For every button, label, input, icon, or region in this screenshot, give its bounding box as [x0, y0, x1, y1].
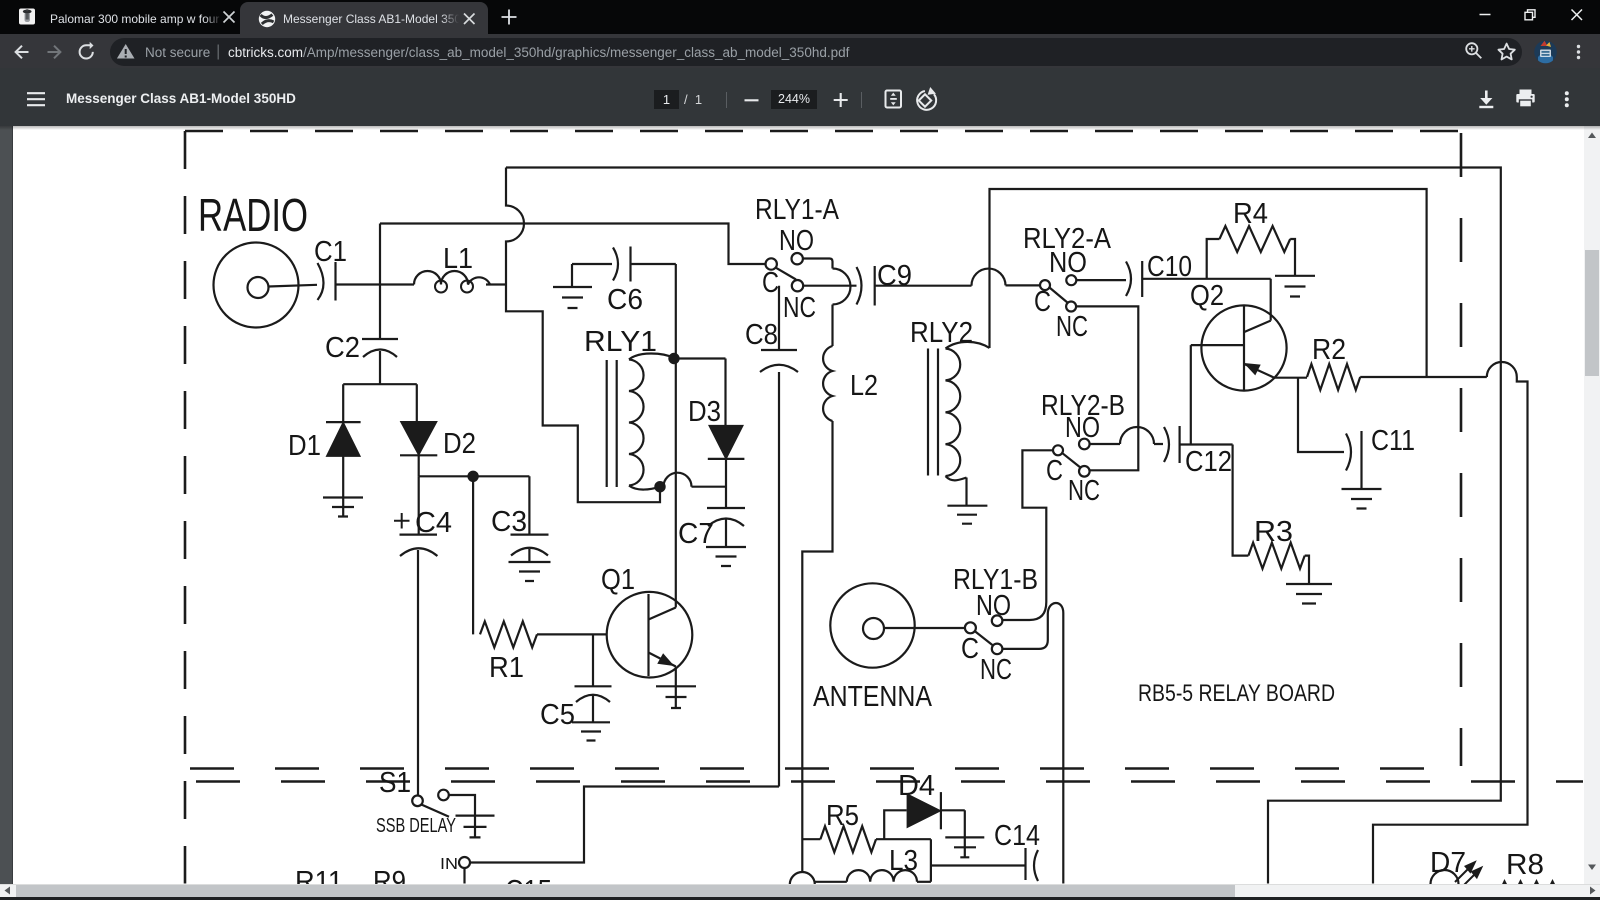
svg-text:R2: R2 [1312, 334, 1346, 366]
svg-text:L1: L1 [443, 243, 473, 275]
svg-text:RLY1: RLY1 [584, 326, 657, 358]
svg-text:R11: R11 [295, 866, 343, 884]
svg-text:R4: R4 [1233, 198, 1268, 230]
svg-text:NO: NO [976, 590, 1011, 622]
svg-text:NC: NC [1068, 475, 1100, 507]
svg-text:C15: C15 [505, 875, 552, 884]
svg-text:NC: NC [1056, 311, 1088, 343]
svg-text:C: C [1034, 286, 1051, 318]
svg-text:L3: L3 [889, 845, 918, 877]
svg-text:D3: D3 [688, 396, 721, 428]
svg-text:D1: D1 [288, 430, 321, 462]
svg-text:Q2: Q2 [1190, 280, 1224, 312]
svg-text:C8: C8 [745, 319, 778, 351]
svg-text:C1: C1 [314, 236, 347, 268]
svg-text:C4: C4 [415, 507, 452, 539]
svg-text:RLY1-A: RLY1-A [755, 194, 840, 226]
svg-text:C: C [762, 267, 779, 299]
svg-text:ANTENNA: ANTENNA [813, 681, 933, 713]
svg-text:NC: NC [980, 654, 1012, 686]
svg-text:C10: C10 [1147, 251, 1192, 283]
svg-text:D4: D4 [898, 770, 935, 802]
svg-text:C: C [1046, 455, 1063, 487]
svg-text:R8: R8 [1506, 849, 1544, 881]
svg-text:IN: IN [440, 856, 458, 873]
svg-text:NC: NC [783, 292, 816, 324]
svg-text:R9: R9 [373, 866, 406, 884]
svg-text:R3: R3 [1254, 516, 1293, 548]
svg-text:S1: S1 [379, 767, 411, 799]
svg-text:NO: NO [1049, 247, 1087, 279]
svg-text:RADIO: RADIO [198, 189, 308, 241]
svg-text:C5: C5 [540, 699, 575, 731]
svg-text:C14: C14 [994, 820, 1040, 852]
svg-text:C9: C9 [877, 260, 912, 292]
svg-text:C2: C2 [325, 332, 360, 364]
svg-text:SSB DELAY: SSB DELAY [376, 815, 456, 837]
svg-text:L2: L2 [850, 370, 878, 402]
svg-text:RB5-5 RELAY BOARD: RB5-5 RELAY BOARD [1138, 680, 1335, 707]
svg-text:D7: D7 [1430, 847, 1466, 879]
svg-text:R1: R1 [489, 652, 524, 684]
svg-text:NO: NO [779, 225, 814, 257]
svg-text:D2: D2 [443, 428, 476, 460]
svg-text:C: C [961, 633, 979, 665]
svg-text:C3: C3 [491, 506, 527, 538]
svg-text:C6: C6 [607, 284, 643, 316]
svg-text:NO: NO [1065, 412, 1100, 444]
svg-text:Q1: Q1 [601, 564, 635, 596]
svg-text:C12: C12 [1185, 446, 1232, 478]
svg-text:RLY2: RLY2 [910, 317, 973, 349]
svg-text:C11: C11 [1371, 425, 1415, 457]
svg-text:R5: R5 [826, 800, 859, 832]
svg-text:C7: C7 [678, 518, 714, 550]
